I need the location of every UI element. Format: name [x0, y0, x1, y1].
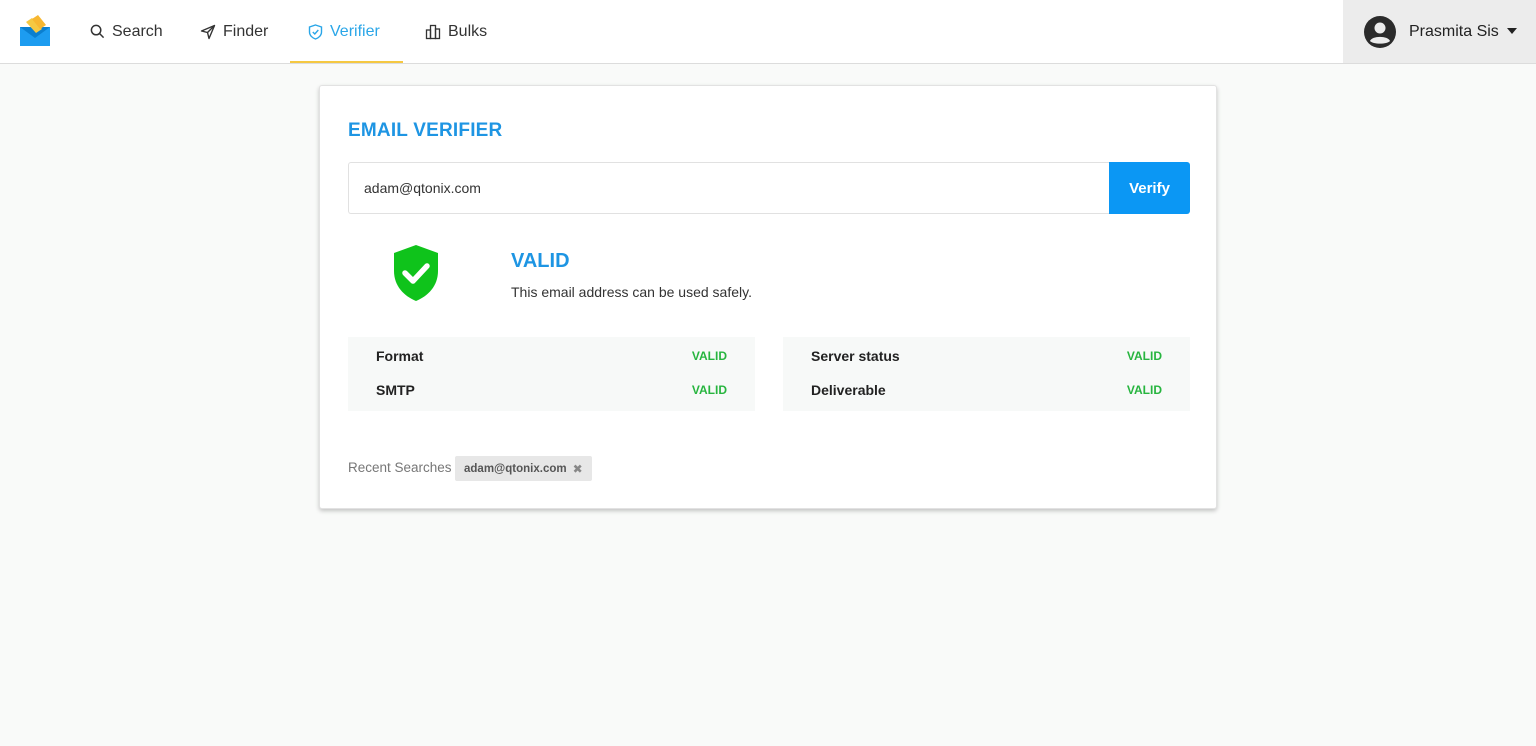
buildings-icon [425, 24, 441, 39]
user-avatar-icon [1364, 15, 1396, 48]
result-description: This email address can be used safely. [511, 284, 752, 300]
shield-icon [308, 23, 323, 40]
chevron-down-icon [1507, 28, 1517, 34]
close-icon[interactable]: ✖ [573, 462, 583, 476]
email-input[interactable] [348, 162, 1110, 214]
nav-search-label: Search [112, 22, 163, 40]
recent-search-tag[interactable]: adam@qtonix.com ✖ [455, 456, 592, 481]
check-value: VALID [691, 349, 727, 363]
check-value: VALID [1126, 383, 1162, 397]
check-label: Format [376, 348, 424, 364]
result-status: VALID [511, 250, 570, 272]
active-tab-indicator [290, 61, 403, 63]
nav-finder[interactable]: Finder [200, 0, 268, 63]
shield-check-icon [394, 245, 438, 301]
check-row-server-status: Server status VALID [811, 346, 1162, 366]
check-label: SMTP [376, 382, 415, 398]
check-value: VALID [691, 383, 727, 397]
nav-bulks-label: Bulks [448, 22, 488, 40]
top-navbar: Search Finder Verifier Bulks Prasmita Si… [0, 0, 1536, 64]
recent-search-text: adam@qtonix.com [464, 462, 567, 475]
checks-right-panel: Server status VALID Deliverable VALID [783, 337, 1190, 411]
nav-bulks[interactable]: Bulks [425, 0, 487, 63]
checks-left-panel: Format VALID SMTP VALID [348, 337, 755, 411]
nav-finder-label: Finder [223, 22, 269, 40]
user-name: Prasmita Sis [1409, 22, 1499, 40]
verify-button[interactable]: Verify [1109, 162, 1190, 214]
check-value: VALID [1126, 349, 1162, 363]
recent-searches-label: Recent Searches [348, 460, 452, 475]
nav-verifier[interactable]: Verifier [308, 0, 380, 63]
send-icon [200, 24, 216, 39]
nav-search[interactable]: Search [90, 0, 163, 63]
check-label: Deliverable [811, 382, 886, 398]
logo-icon[interactable] [18, 14, 52, 48]
nav-verifier-label: Verifier [330, 22, 380, 40]
search-icon [90, 24, 105, 39]
page-title: EMAIL VERIFIER [348, 120, 503, 141]
check-row-deliverable: Deliverable VALID [811, 380, 1162, 400]
check-label: Server status [811, 348, 900, 364]
email-verifier-card: EMAIL VERIFIER Verify VALID This email a… [319, 85, 1217, 509]
check-row-smtp: SMTP VALID [376, 380, 727, 400]
user-menu[interactable]: Prasmita Sis [1343, 0, 1536, 63]
check-row-format: Format VALID [376, 346, 727, 366]
